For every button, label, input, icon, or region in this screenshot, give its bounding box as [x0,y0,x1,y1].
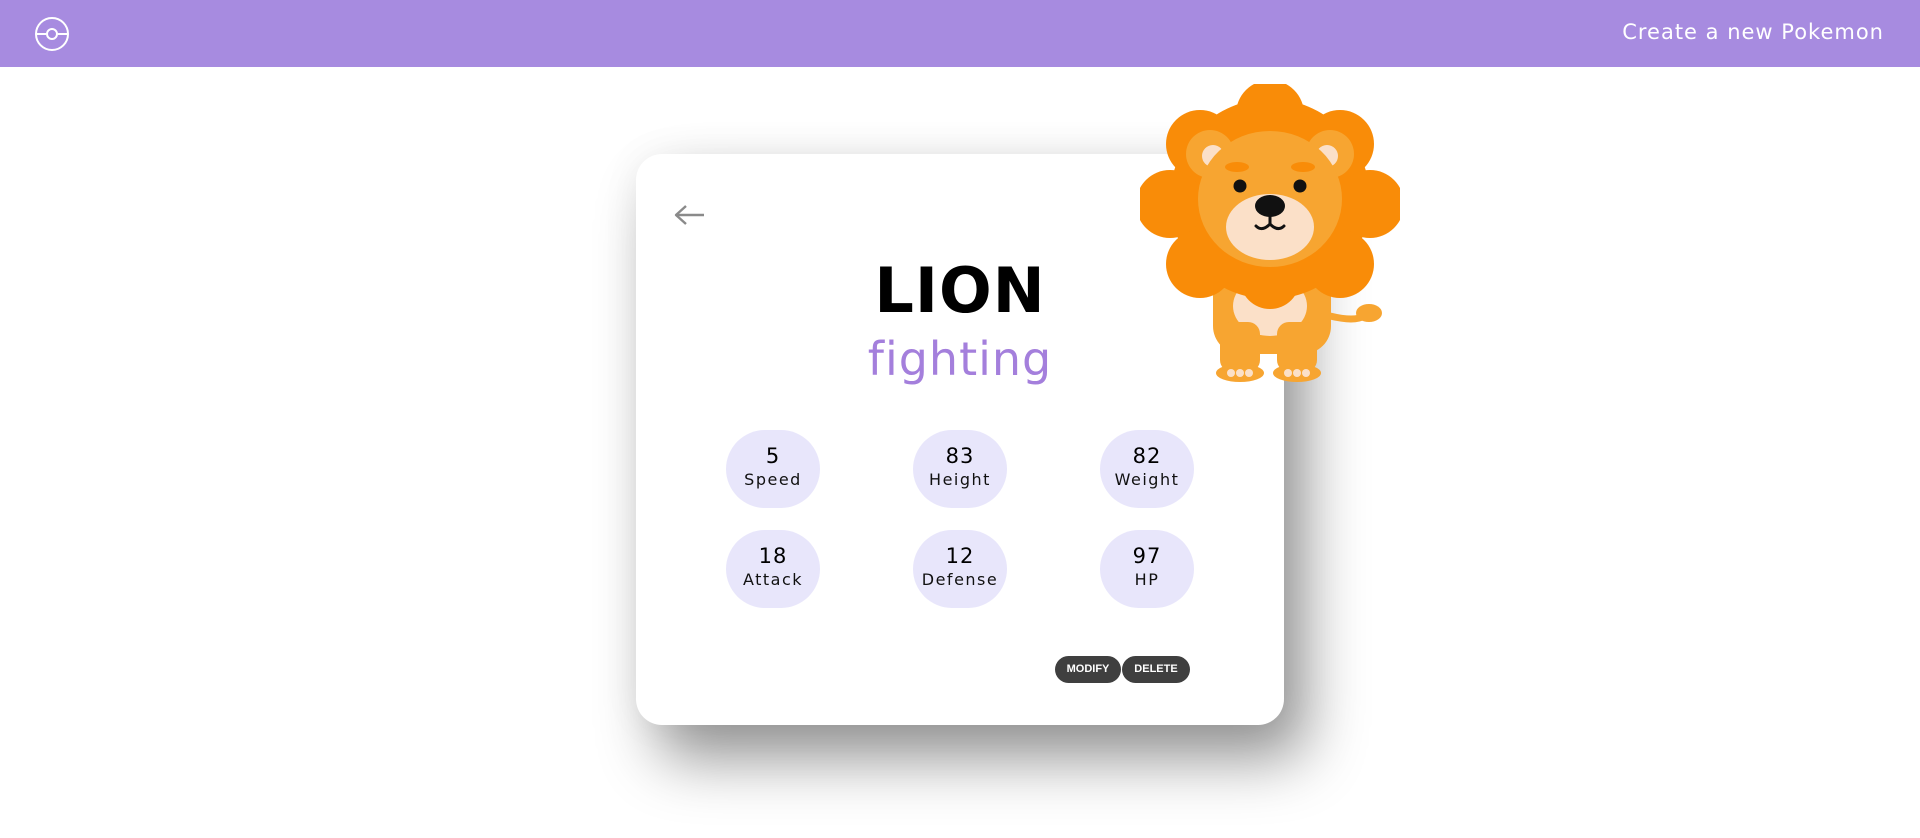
delete-button[interactable]: DELETE [1122,656,1190,683]
stat-height: 83 Height [913,430,1007,508]
pokeball-icon[interactable] [34,16,70,52]
stat-weight: 82 Weight [1100,430,1194,508]
stat-value: 18 [758,544,788,568]
stat-label: Speed [744,470,802,489]
stat-value: 83 [945,444,975,468]
stat-label: HP [1134,570,1160,589]
stat-value: 5 [765,444,781,468]
arrow-left-icon[interactable] [674,204,706,226]
stat-label: Height [929,470,991,489]
stat-value: 97 [1132,544,1162,568]
top-navbar: Create a new Pokemon [0,0,1920,67]
lion-image [1140,84,1400,382]
stat-speed: 5 Speed [726,430,820,508]
stat-label: Defense [921,570,999,589]
stat-label: Weight [1114,470,1180,489]
stat-value: 82 [1132,444,1162,468]
stat-defense: 12 Defense [913,530,1007,608]
stat-value: 12 [945,544,975,568]
stat-attack: 18 Attack [726,530,820,608]
create-pokemon-link[interactable]: Create a new Pokemon [1622,20,1884,44]
modify-button[interactable]: MODIFY [1055,656,1121,683]
stat-label: Attack [742,570,804,589]
stat-hp: 97 HP [1100,530,1194,608]
